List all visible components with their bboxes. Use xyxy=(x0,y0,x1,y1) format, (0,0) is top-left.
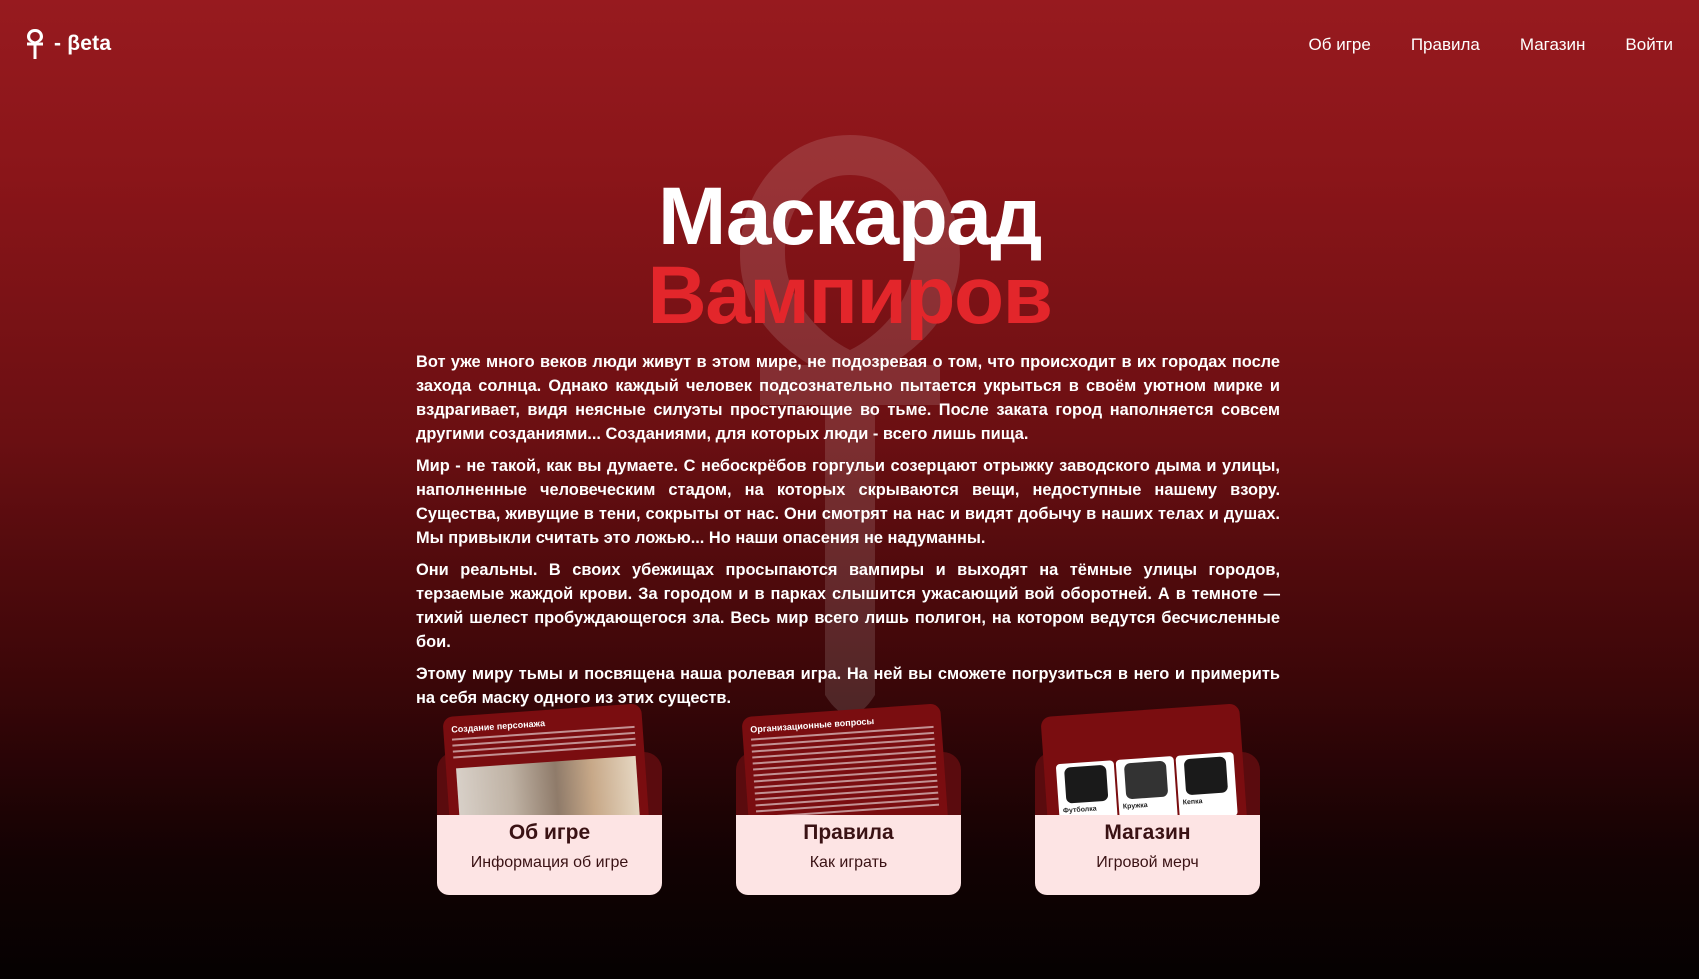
card-front: Правила Как играть xyxy=(736,815,961,895)
card-subtitle: Игровой мерч xyxy=(1096,854,1199,871)
nav-item-about[interactable]: Об игре xyxy=(1309,35,1371,55)
card-front: Об игре Информация об игре xyxy=(437,815,662,895)
nav-item-shop[interactable]: Магазин xyxy=(1520,35,1586,55)
intro-paragraph: Этому миру тьмы и посвящена наша ролевая… xyxy=(416,665,1280,707)
cap-icon xyxy=(1183,756,1229,796)
main-nav: Об игре Правила Магазин Войти xyxy=(1309,35,1673,55)
merch-item-cap: Кепка xyxy=(1175,751,1238,820)
hero-title-line1: Маскарад xyxy=(658,171,1042,262)
card-subtitle: Информация об игре xyxy=(470,854,629,871)
brand-text: - βeta xyxy=(54,32,112,55)
merch-label: Кружка xyxy=(1122,801,1148,811)
card-preview-image: Создание персонажа xyxy=(442,703,649,829)
card-subtitle: Как играть xyxy=(809,854,888,871)
site-header: - βeta Об игре Правила Магазин Войти xyxy=(0,0,1699,90)
merch-label: Футболка xyxy=(1062,805,1097,815)
card-preview-image: Организационные вопросы xyxy=(741,703,948,829)
nav-item-rules[interactable]: Правила xyxy=(1411,35,1480,55)
mug-icon xyxy=(1123,760,1169,800)
intro-paragraph: Они реальны. В своих убежищах просыпаютс… xyxy=(416,561,1280,651)
preview-text-lines xyxy=(750,725,940,823)
hero-title-line2: Вампиров xyxy=(647,250,1053,341)
ankh-icon xyxy=(27,29,43,59)
intro-paragraph: Вот уже много веков люди живут в этом ми… xyxy=(416,353,1280,443)
brand-logo[interactable]: - βeta xyxy=(24,28,111,60)
card-title: Правила xyxy=(803,821,894,844)
card-rules[interactable]: Организационные вопросы Правила Как игра… xyxy=(736,703,961,895)
card-front: Магазин Игровой мерч xyxy=(1035,815,1260,895)
nav-item-login[interactable]: Войти xyxy=(1625,35,1673,55)
merch-label: Кепка xyxy=(1182,798,1203,807)
card-about[interactable]: Создание персонажа Об игре Информация об… xyxy=(437,703,662,895)
card-preview-image: Футболка Кружка Кепка xyxy=(1040,703,1247,829)
tshirt-icon xyxy=(1064,764,1109,804)
intro-paragraph: Мир - не такой, как вы думаете. С небоск… xyxy=(416,457,1280,547)
merch-item-mug: Кружка xyxy=(1115,756,1178,824)
card-title: Об игре xyxy=(508,821,591,844)
card-title: Магазин xyxy=(1104,821,1191,844)
intro-text: Вот уже много веков люди живут в этом ми… xyxy=(416,350,1280,718)
card-shop[interactable]: Футболка Кружка Кепка Магазин Игровой ме… xyxy=(1035,703,1260,895)
